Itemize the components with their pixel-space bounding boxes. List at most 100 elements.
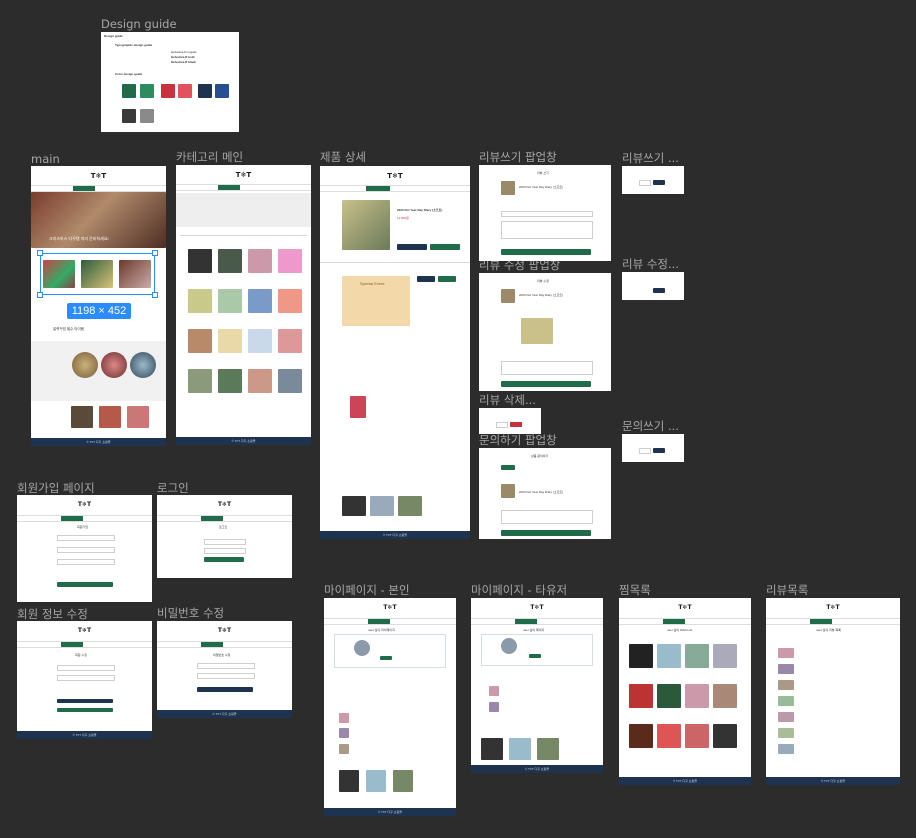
review-thumbnail[interactable] xyxy=(778,680,794,690)
save-button[interactable] xyxy=(57,708,113,712)
logo[interactable]: T❄T xyxy=(387,172,402,180)
nav-bar[interactable] xyxy=(31,185,166,192)
frame-label-password-edit[interactable]: 비밀번호 수정 xyxy=(157,606,224,620)
input-field[interactable] xyxy=(197,673,255,679)
frame-label-signup[interactable]: 회원가입 페이지 xyxy=(17,481,95,495)
product-thumbnail[interactable] xyxy=(339,744,349,754)
frame-label-main[interactable]: main xyxy=(31,152,60,166)
product-main-image[interactable] xyxy=(342,200,390,250)
inquiry-type-tab[interactable] xyxy=(501,465,515,470)
product-thumbnail[interactable] xyxy=(278,369,302,393)
nav-selected-tab[interactable] xyxy=(61,516,83,521)
product-thumbnail[interactable] xyxy=(43,260,75,288)
nav-selected-tab[interactable] xyxy=(201,516,223,521)
submit-button[interactable] xyxy=(501,530,591,536)
review-photo-input[interactable] xyxy=(501,211,593,217)
input-field[interactable] xyxy=(57,535,115,541)
product-thumbnail[interactable] xyxy=(218,329,242,353)
nav-bar[interactable] xyxy=(17,641,152,648)
nav-bar[interactable] xyxy=(619,618,751,625)
review-small-popup[interactable] xyxy=(622,166,684,194)
product-thumbnail[interactable] xyxy=(481,738,503,760)
product-thumbnail[interactable] xyxy=(188,289,212,313)
follow-button[interactable] xyxy=(529,654,541,658)
review-text-input[interactable] xyxy=(501,221,593,239)
product-thumbnail[interactable] xyxy=(629,684,653,708)
resize-handle[interactable] xyxy=(152,250,158,256)
product-thumbnail[interactable] xyxy=(188,369,212,393)
inquiry-text-input[interactable] xyxy=(501,510,593,524)
product-thumbnail[interactable] xyxy=(629,644,653,668)
submit-button[interactable] xyxy=(501,381,591,387)
frame-label-wishlist[interactable]: 찜목록 xyxy=(619,583,651,597)
nav-bar[interactable] xyxy=(157,641,292,648)
product-thumbnail[interactable] xyxy=(489,686,499,696)
frame-label-review-list[interactable]: 리뷰목록 xyxy=(766,583,808,597)
inquiry-button[interactable] xyxy=(438,276,456,282)
input-field[interactable] xyxy=(57,547,115,553)
logo[interactable]: T❄T xyxy=(78,627,91,634)
review-thumbnail[interactable] xyxy=(778,648,794,658)
review-thumbnail[interactable] xyxy=(778,696,794,706)
logo[interactable]: T❄T xyxy=(91,172,106,180)
review-image[interactable] xyxy=(521,318,553,344)
product-thumbnail[interactable] xyxy=(393,770,413,792)
nav-selected-tab[interactable] xyxy=(663,619,685,624)
resize-handle[interactable] xyxy=(37,250,43,256)
login-frame[interactable]: T❄T 로그인 xyxy=(157,495,292,578)
login-button[interactable] xyxy=(204,557,244,562)
review-button[interactable] xyxy=(417,276,435,282)
input-field[interactable] xyxy=(57,665,115,671)
product-thumbnail[interactable] xyxy=(218,289,242,313)
frame-label-product[interactable]: 제품 상세 xyxy=(320,150,366,164)
cancel-button[interactable] xyxy=(639,180,651,186)
product-thumbnail[interactable] xyxy=(713,684,737,708)
signup-frame[interactable]: T❄T 회원가입 xyxy=(17,495,152,602)
submit-button[interactable] xyxy=(501,249,591,255)
review-thumbnail[interactable] xyxy=(778,744,794,754)
nav-selected-tab[interactable] xyxy=(61,642,83,647)
nav-selected-tab[interactable] xyxy=(218,185,240,190)
product-thumbnail[interactable] xyxy=(188,249,212,273)
nav-bar[interactable] xyxy=(324,618,456,625)
input-field[interactable] xyxy=(57,675,115,681)
mypage-other-frame[interactable]: T❄T user 님의 페이지 © TXT 다꾸 쇼핑몰 xyxy=(471,598,603,773)
nav-bar[interactable] xyxy=(17,515,152,522)
product-thumbnail[interactable] xyxy=(248,289,272,313)
frame-label-review-small[interactable]: 리뷰쓰기 ... xyxy=(622,151,679,165)
product-thumbnail[interactable] xyxy=(537,738,559,760)
review-text-input[interactable] xyxy=(501,361,593,375)
category-circle[interactable] xyxy=(72,352,98,378)
product-thumbnail[interactable] xyxy=(339,770,359,792)
nav-bar[interactable] xyxy=(320,185,470,192)
wishlist-frame[interactable]: T❄T user 님의 Wish List © TXT 다꾸 쇼핑몰 xyxy=(619,598,751,785)
review-edit-popup-frame[interactable]: 리뷰 수정 2023 Dot Year Day Diary (소프트) xyxy=(479,273,611,391)
nav-bar[interactable] xyxy=(176,184,311,191)
product-thumbnail[interactable] xyxy=(278,329,302,353)
product-thumbnail[interactable] xyxy=(248,329,272,353)
logo[interactable]: T❄T xyxy=(383,604,396,611)
product-thumbnail[interactable] xyxy=(629,724,653,748)
product-thumbnail[interactable] xyxy=(127,406,149,428)
frame-label-login[interactable]: 로그인 xyxy=(157,481,189,495)
nav-bar[interactable] xyxy=(471,618,603,625)
password-edit-button[interactable] xyxy=(57,699,113,703)
product-thumbnail[interactable] xyxy=(278,289,302,313)
product-detail-frame[interactable]: T❄T 2023 Dot Year Day Diary (소프트) 11,500… xyxy=(320,166,470,539)
nav-selected-tab[interactable] xyxy=(366,186,390,191)
nav-selected-tab[interactable] xyxy=(515,619,537,624)
cancel-button[interactable] xyxy=(639,448,651,454)
frame-label-inquiry-popup[interactable]: 문의하기 팝업창 xyxy=(479,433,557,447)
input-field[interactable] xyxy=(197,663,255,669)
confirm-button[interactable] xyxy=(653,180,665,185)
product-thumbnail[interactable] xyxy=(339,713,349,723)
cancel-button[interactable] xyxy=(496,422,508,428)
frame-label-member-edit[interactable]: 회원 정보 수정 xyxy=(17,607,88,621)
logo[interactable]: T❄T xyxy=(678,604,691,611)
category-circle[interactable] xyxy=(130,352,156,378)
product-thumbnail[interactable] xyxy=(685,644,709,668)
resize-handle[interactable] xyxy=(37,292,43,298)
nav-selected-tab[interactable] xyxy=(810,619,832,624)
logo[interactable]: T❄T xyxy=(530,604,543,611)
product-thumbnail[interactable] xyxy=(99,406,121,428)
